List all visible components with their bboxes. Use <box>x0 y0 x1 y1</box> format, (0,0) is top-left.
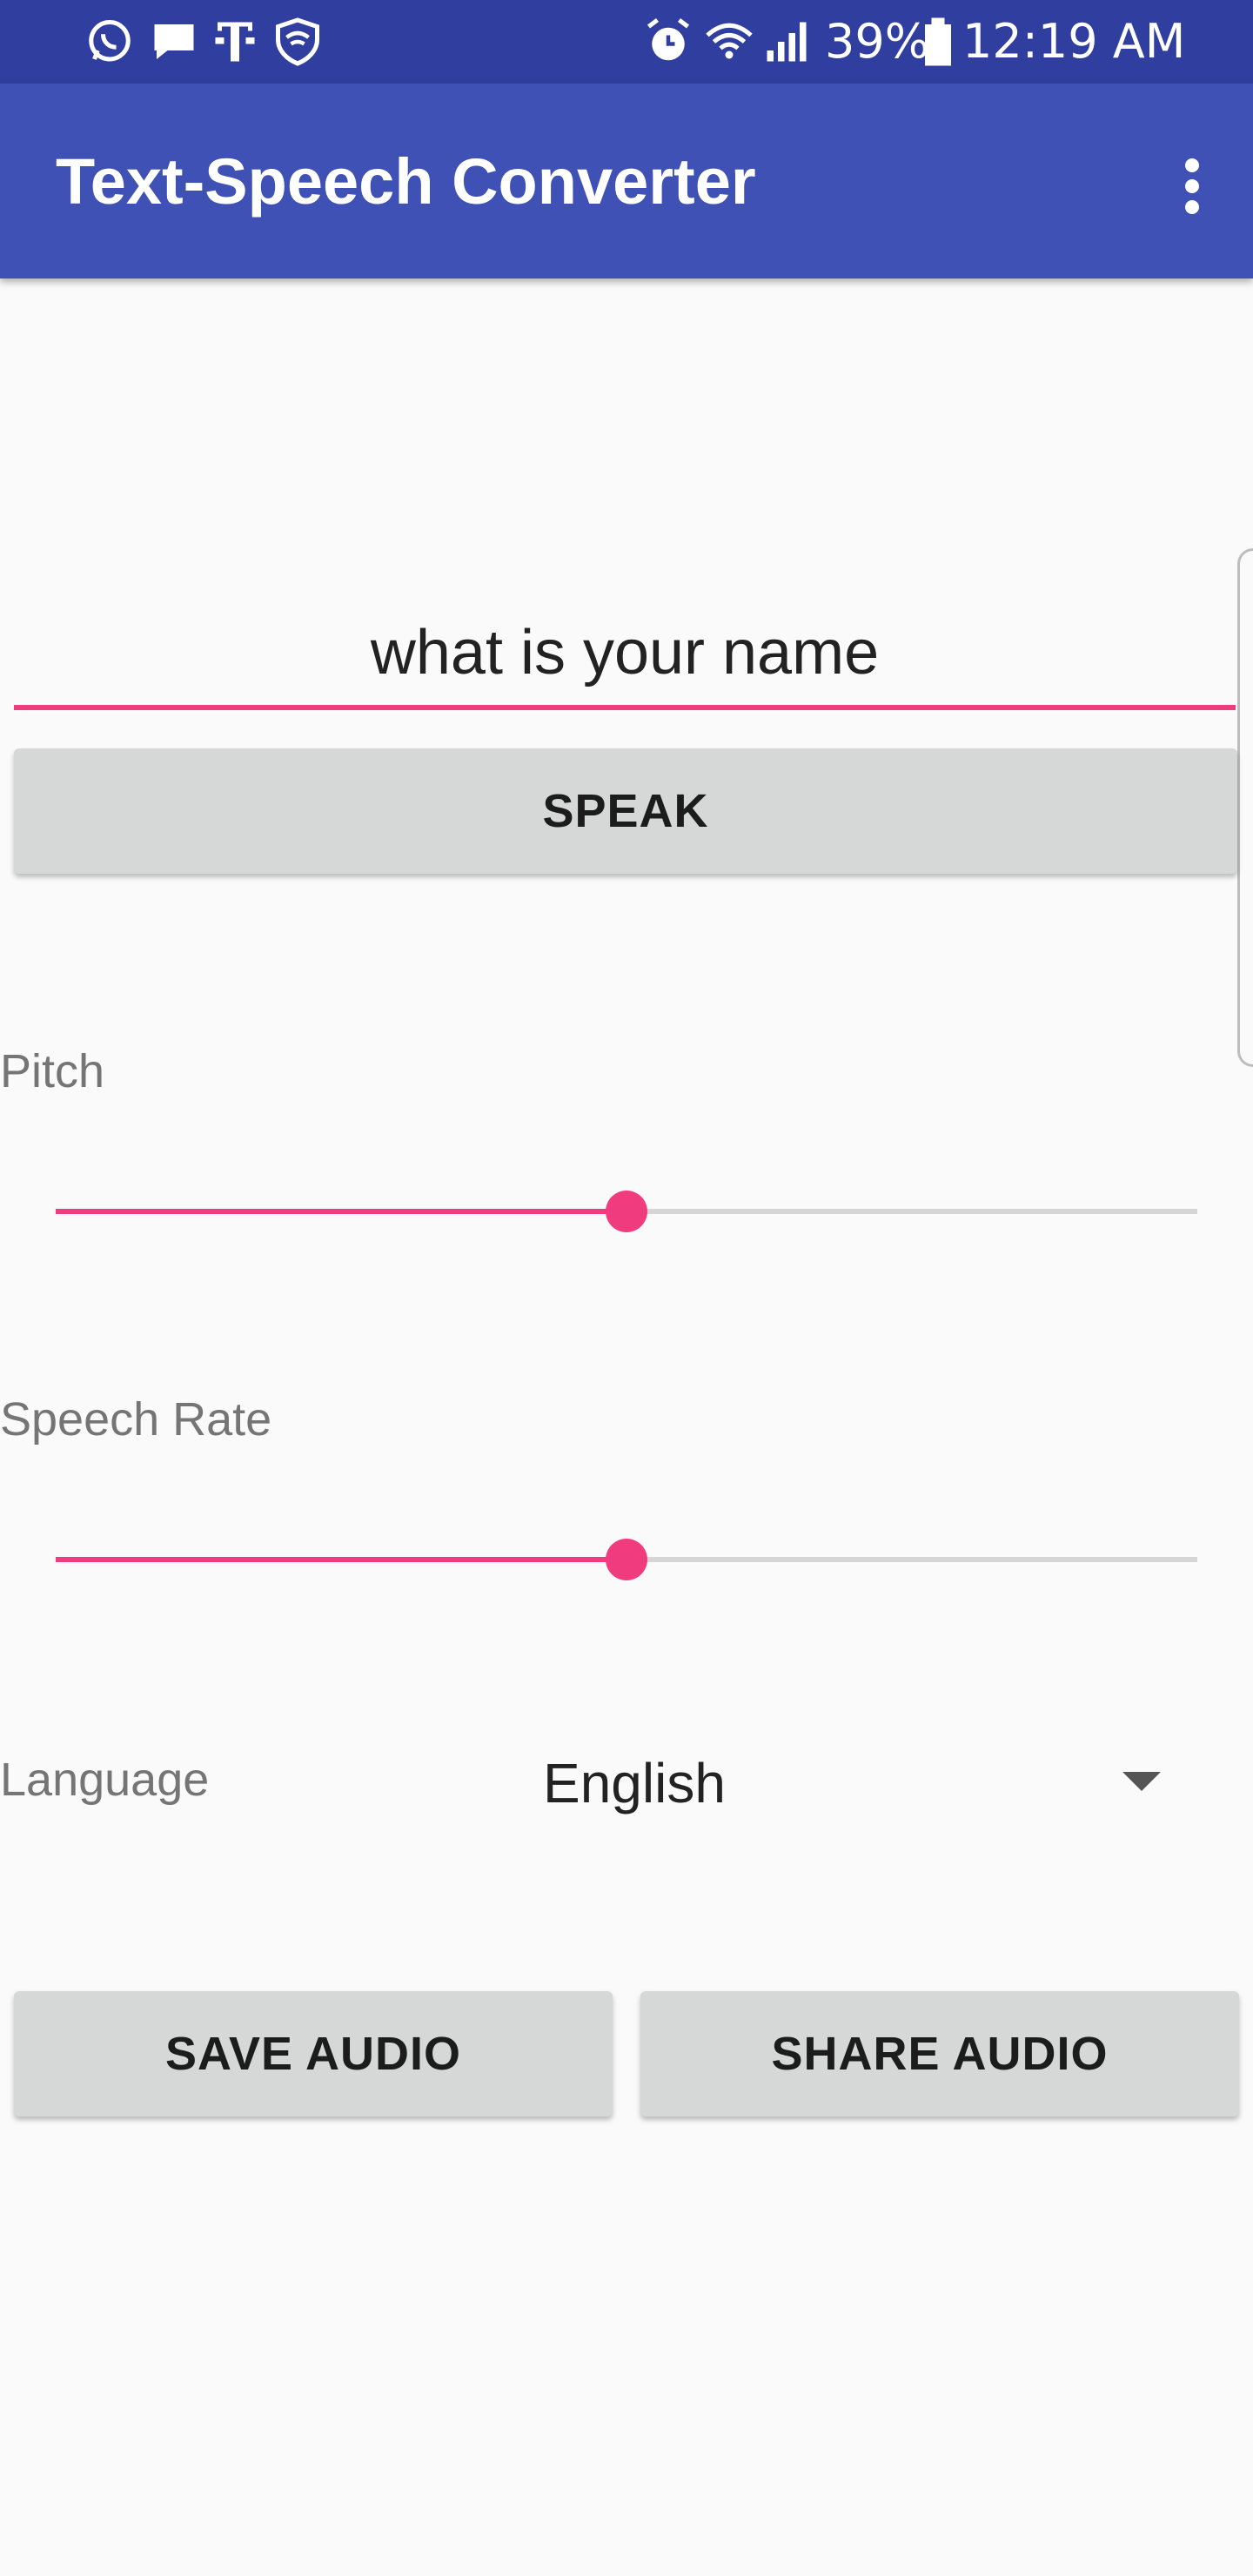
speak-button[interactable]: SPEAK <box>14 748 1237 874</box>
pitch-slider[interactable] <box>56 1185 1197 1238</box>
message-icon <box>154 24 194 59</box>
text-input[interactable] <box>14 600 1236 710</box>
status-bar: 39% 12:19 AM <box>0 0 1253 84</box>
battery-icon <box>925 17 951 66</box>
speech-rate-slider-fill <box>56 1557 626 1562</box>
whatsapp-icon <box>89 20 131 62</box>
share-audio-button[interactable]: SHARE AUDIO <box>640 1991 1239 2116</box>
clock: 12:19 AM <box>962 14 1186 69</box>
pitch-slider-thumb[interactable] <box>606 1191 647 1232</box>
language-selected-value: English <box>543 1752 726 1815</box>
t-mobile-icon <box>215 22 255 62</box>
alarm-icon <box>647 18 689 61</box>
app-bar: Text-Speech Converter <box>0 84 1253 278</box>
speech-rate-slider-thumb[interactable] <box>606 1539 647 1580</box>
overflow-menu-icon[interactable] <box>1166 153 1218 223</box>
shield-icon <box>276 17 319 66</box>
save-audio-button[interactable]: SAVE AUDIO <box>14 1991 613 2116</box>
pitch-label: Pitch <box>0 1045 105 1097</box>
signal-icon <box>767 22 807 62</box>
speech-rate-label: Speech Rate <box>0 1393 272 1446</box>
scroll-handle[interactable] <box>1237 548 1253 1067</box>
pitch-slider-fill <box>56 1209 626 1214</box>
app-title: Text-Speech Converter <box>56 145 756 218</box>
language-label: Language <box>0 1754 210 1806</box>
dropdown-arrow-icon <box>1122 1772 1161 1791</box>
speech-rate-slider[interactable] <box>56 1533 1197 1586</box>
wifi-icon <box>706 23 753 59</box>
